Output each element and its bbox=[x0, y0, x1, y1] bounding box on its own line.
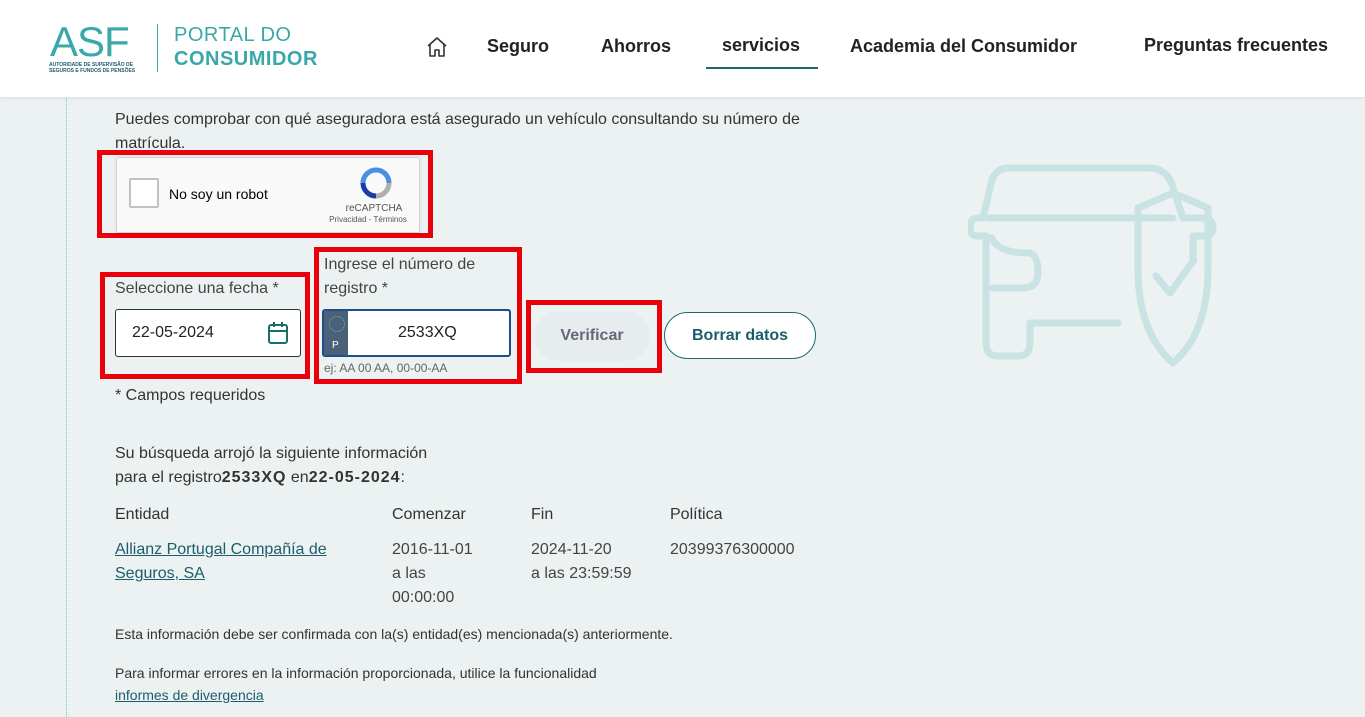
home-icon[interactable] bbox=[425, 35, 449, 59]
result-line2: para el registro2533XQ en22-05-2024: bbox=[115, 469, 405, 486]
result-registration: 2533XQ bbox=[221, 469, 287, 486]
date-input[interactable]: 22-05-2024 bbox=[115, 309, 301, 357]
calendar-icon[interactable] bbox=[267, 321, 289, 345]
asf-logo[interactable]: ASF bbox=[50, 18, 130, 66]
timeline-dotted-line bbox=[66, 98, 67, 717]
portal-title-line1: PORTAL DO bbox=[174, 24, 292, 46]
plate-input[interactable]: P 2533XQ bbox=[322, 309, 511, 357]
eu-stars-icon bbox=[329, 316, 345, 332]
divergence-report-link[interactable]: informes de divergencia bbox=[115, 687, 264, 703]
portal-title-line2: CONSUMIDOR bbox=[174, 48, 318, 70]
required-note: * Campos requeridos bbox=[115, 387, 266, 404]
nav-item-academia[interactable]: Academia del Consumidor bbox=[850, 36, 1077, 57]
recaptcha-logo-icon bbox=[360, 167, 392, 199]
nav-item-servicios[interactable]: servicios bbox=[722, 35, 800, 56]
plate-value: 2533XQ bbox=[398, 324, 457, 341]
entity-cell: Allianz Portugal Compañía de Seguros, SA bbox=[115, 538, 375, 586]
plate-country: P bbox=[332, 340, 339, 351]
start-cell: 2016-11-01 a las 00:00:00 bbox=[392, 541, 473, 606]
eu-plate-band: P bbox=[324, 311, 348, 355]
entity-link[interactable]: Allianz Portugal Compañía de Seguros, SA bbox=[115, 541, 327, 582]
header-policy: Política bbox=[670, 506, 723, 523]
verify-button[interactable]: Verificar bbox=[534, 311, 650, 361]
recaptcha-checkbox[interactable] bbox=[129, 178, 159, 208]
logo-divider bbox=[157, 24, 158, 72]
plate-label: Ingrese el número de registro * bbox=[324, 256, 476, 297]
asf-logo-subtitle: AUTORIDADE DE SUPERVISÃO DE SEGUROS E FU… bbox=[49, 62, 136, 74]
date-label: Seleccione una fecha * bbox=[115, 280, 279, 297]
result-line1: Su búsqueda arrojó la siguiente informac… bbox=[115, 445, 428, 462]
nav-active-indicator bbox=[706, 67, 818, 69]
site-header: ASF AUTORIDADE DE SUPERVISÃO DE SEGUROS … bbox=[0, 0, 1365, 97]
result-date: 22-05-2024 bbox=[308, 469, 401, 486]
nav-item-preguntas[interactable]: Preguntas frecuentes bbox=[1144, 35, 1328, 56]
result-summary: Su búsqueda arrojó la siguiente informac… bbox=[115, 442, 427, 490]
policy-cell: 20399376300000 bbox=[670, 541, 795, 558]
date-value: 22-05-2024 bbox=[132, 324, 214, 341]
clear-button[interactable]: Borrar datos bbox=[664, 312, 816, 359]
intro-text: Puedes comprobar con qué aseguradora est… bbox=[115, 111, 800, 152]
confirm-note: Esta información debe ser confirmada con… bbox=[115, 626, 673, 642]
nav-item-ahorros[interactable]: Ahorros bbox=[601, 36, 671, 57]
nav-item-seguro[interactable]: Seguro bbox=[487, 36, 549, 57]
recaptcha-widget: No soy un robot reCAPTCHA Privacidad - T… bbox=[116, 157, 420, 233]
plate-hint: ej: AA 00 AA, 00-00-AA bbox=[324, 361, 448, 375]
end-cell: 2024-11-20 a las 23:59:59 bbox=[531, 541, 632, 582]
car-insurance-shield-icon bbox=[968, 164, 1217, 367]
recaptcha-brand: reCAPTCHA bbox=[345, 203, 403, 214]
recaptcha-label: No soy un robot bbox=[169, 186, 268, 202]
header-end: Fin bbox=[531, 506, 554, 523]
recaptcha-links[interactable]: Privacidad - Términos bbox=[323, 215, 413, 224]
report-note: Para informar errores en la información … bbox=[115, 665, 597, 703]
header-start: Comenzar bbox=[392, 506, 466, 523]
header-entity: Entidad bbox=[115, 506, 170, 523]
